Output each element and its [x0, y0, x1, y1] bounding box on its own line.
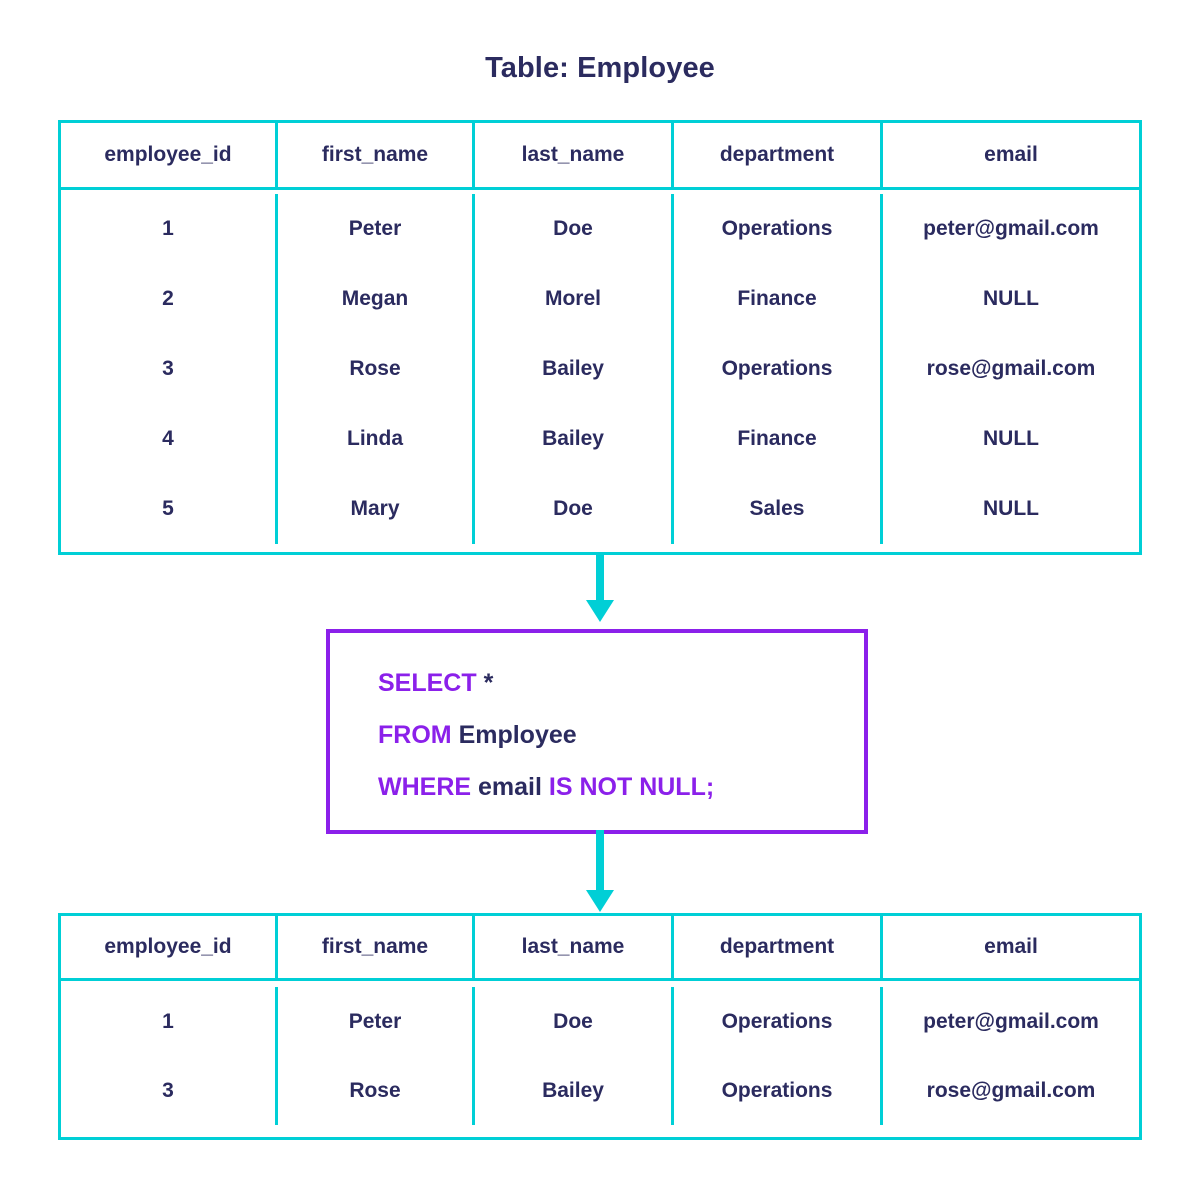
query-space [477, 669, 484, 697]
cell-department: Finance [674, 264, 883, 334]
cell-department: Sales [674, 474, 883, 544]
sql-keyword-where: WHERE [378, 773, 472, 801]
result-table-body: 1 Peter Doe Operations peter@gmail.com 3… [61, 981, 1139, 1137]
cell-first-name: Linda [278, 404, 475, 474]
table-row: 1 Peter Doe Operations peter@gmail.com [61, 987, 1139, 1056]
cell-email: NULL [983, 497, 1039, 520]
cell-first-name: Rose [278, 334, 475, 404]
result-table: employee_id first_name last_name departm… [58, 913, 1142, 1140]
table-row: 5 Mary Doe Sales NULL [61, 474, 1139, 544]
column-header-department: department [674, 916, 883, 978]
query-line-where: WHERE email IS NOT NULL; [378, 775, 864, 800]
cell-email: NULL [983, 287, 1039, 310]
table-row: 2 Megan Morel Finance NULL [61, 264, 1139, 334]
cell-employee-id: 5 [61, 474, 278, 544]
column-header-last-name: last_name [475, 916, 674, 978]
sql-star-identifier: * [483, 669, 494, 697]
cell-employee-id: 3 [61, 334, 278, 404]
cell-first-name: Mary [278, 474, 475, 544]
column-header-first-name: first_name [278, 916, 475, 978]
sql-query-box: SELECT * FROM Employee WHERE email IS NO… [326, 629, 868, 834]
cell-email: rose@gmail.com [926, 1078, 1096, 1102]
cell-employee-id: 1 [61, 194, 278, 264]
cell-first-name: Megan [278, 264, 475, 334]
cell-last-name: Morel [475, 264, 674, 334]
cell-last-name: Doe [475, 987, 674, 1056]
query-line-from: FROM Employee [378, 723, 864, 748]
cell-first-name: Rose [278, 1056, 475, 1125]
table-row: 1 Peter Doe Operations peter@gmail.com [61, 194, 1139, 264]
query-space [542, 773, 549, 801]
table-header-row: employee_id first_name last_name departm… [61, 916, 1139, 981]
source-table: employee_id first_name last_name departm… [58, 120, 1142, 555]
cell-employee-id: 4 [61, 404, 278, 474]
query-space [452, 721, 459, 749]
column-header-last-name: last_name [475, 123, 674, 187]
down-arrow-icon [586, 830, 614, 912]
cell-employee-id: 3 [61, 1056, 278, 1125]
cell-last-name: Bailey [475, 334, 674, 404]
cell-last-name: Doe [475, 474, 674, 544]
cell-email: NULL [983, 427, 1039, 450]
column-header-employee-id: employee_id [61, 916, 278, 978]
sql-table-identifier: Employee [458, 721, 577, 749]
column-header-first-name: first_name [278, 123, 475, 187]
table-header-row: employee_id first_name last_name departm… [61, 123, 1139, 190]
cell-last-name: Bailey [475, 1056, 674, 1125]
source-table-body: 1 Peter Doe Operations peter@gmail.com 2… [61, 190, 1139, 552]
column-header-employee-id: employee_id [61, 123, 278, 187]
table-row: 3 Rose Bailey Operations rose@gmail.com [61, 1056, 1139, 1125]
cell-last-name: Bailey [475, 404, 674, 474]
sql-diagram-page: Table: Employee employee_id first_name l… [0, 0, 1200, 1193]
sql-keyword-is-not-null: IS NOT NULL; [548, 773, 715, 801]
sql-keyword-from: FROM [378, 721, 452, 749]
page-title: Table: Employee [485, 52, 715, 84]
arrow-table-to-query [0, 552, 1200, 624]
cell-employee-id: 1 [61, 987, 278, 1056]
cell-email: peter@gmail.com [923, 1009, 1099, 1033]
column-header-email: email [984, 143, 1038, 166]
table-row: 3 Rose Bailey Operations rose@gmail.com [61, 334, 1139, 404]
sql-keyword-select: SELECT [378, 669, 477, 697]
column-header-department: department [674, 123, 883, 187]
cell-department: Operations [674, 334, 883, 404]
column-header-email: email [984, 935, 1038, 958]
cell-employee-id: 2 [61, 264, 278, 334]
down-arrow-icon [586, 552, 614, 622]
cell-last-name: Doe [475, 194, 674, 264]
query-space [471, 773, 478, 801]
cell-email: peter@gmail.com [923, 217, 1099, 240]
table-row: 4 Linda Bailey Finance NULL [61, 404, 1139, 474]
cell-email: rose@gmail.com [926, 357, 1096, 380]
sql-column-identifier: email [478, 773, 542, 801]
cell-department: Operations [674, 194, 883, 264]
cell-department: Operations [674, 1056, 883, 1125]
query-line-select: SELECT * [378, 671, 864, 696]
cell-department: Finance [674, 404, 883, 474]
cell-first-name: Peter [278, 194, 475, 264]
cell-first-name: Peter [278, 987, 475, 1056]
arrow-query-to-result [0, 830, 1200, 915]
cell-department: Operations [674, 987, 883, 1056]
